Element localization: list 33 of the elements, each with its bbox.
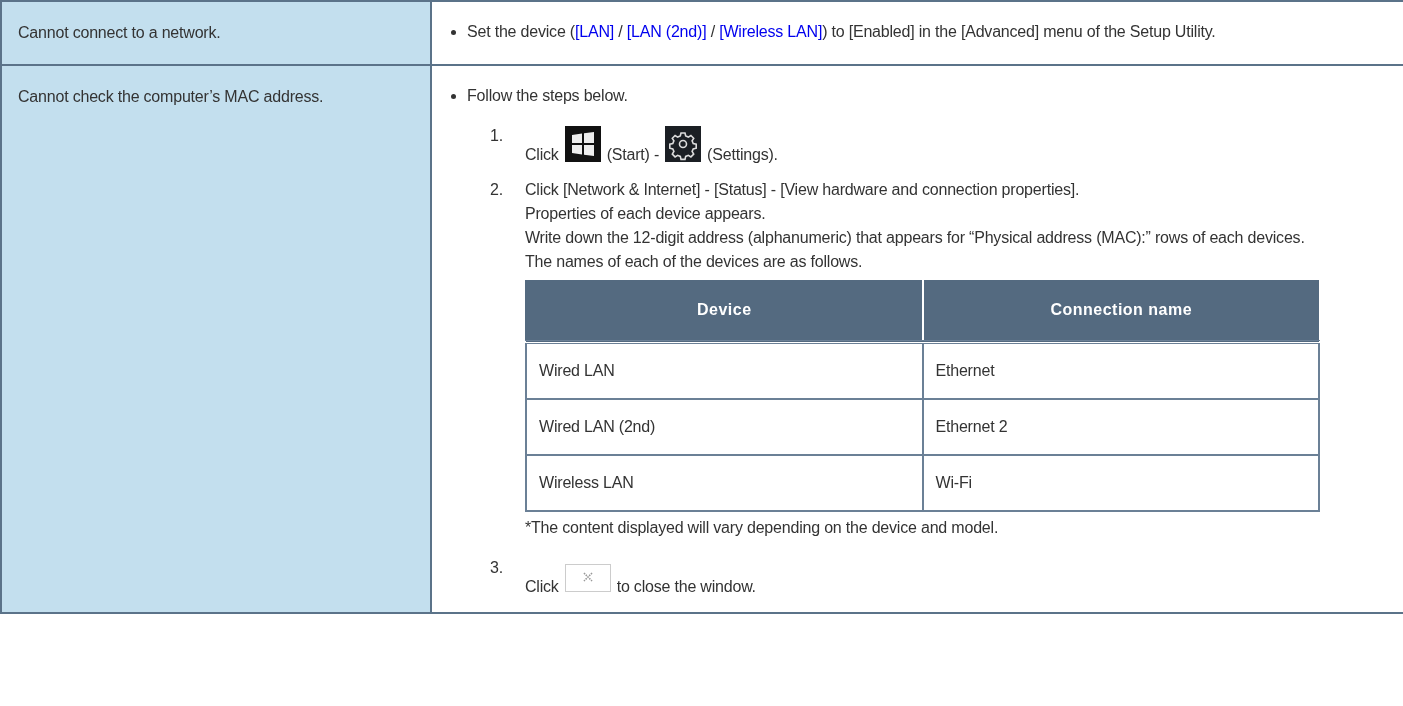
table-cell: Wired LAN: [526, 342, 923, 399]
step-number: 3.: [490, 558, 504, 578]
close-icon: [564, 564, 611, 592]
table-cell: Ethernet 2: [922, 399, 1319, 455]
step-text: Click: [525, 577, 559, 597]
step-text: (Start) -: [606, 145, 660, 165]
link[interactable]: [LAN]: [575, 23, 614, 40]
step-number: 1.: [490, 126, 504, 146]
step-text: Click [Network & Internet] - [Status] - [View hardware and connection properties].: [525, 180, 1081, 200]
problem-text: Cannot check the computer’s MAC address.: [18, 88, 324, 105]
table-cell: Ethernet: [922, 342, 1319, 399]
column-header: Connection name: [922, 280, 1319, 342]
step-text: to close the window.: [616, 577, 756, 597]
table-cell: Wired LAN (2nd): [526, 399, 923, 455]
windows-logo-icon: [564, 126, 601, 162]
link[interactable]: [LAN (2nd)]: [626, 23, 707, 40]
bullet-icon: [451, 30, 456, 35]
step-text: Properties of each device appears.: [525, 204, 767, 224]
step-text: Click: [525, 145, 559, 165]
note-text: *The content displayed will vary depending on the device and model.: [525, 518, 1000, 538]
table-cell: Wireless LAN: [526, 455, 923, 511]
settings-icon: [665, 126, 702, 162]
link[interactable]: [Wireless LAN]: [719, 23, 823, 40]
solution-text: Set the device ([LAN] / [LAN (2nd)] / [Wireless LAN]) to [Enabled] in the [Advanced] menu of the Setup Utility.: [467, 22, 1217, 42]
solution-text: Follow the steps below.: [467, 86, 629, 106]
step-text: (Settings).: [707, 145, 778, 165]
problem-text: Cannot connect to a network.: [18, 24, 221, 41]
column-header: Device: [526, 280, 923, 342]
step-text: The names of each of the devices are as follows.: [525, 252, 864, 272]
table-cell: Wi-Fi: [922, 455, 1319, 511]
step-text: Write down the 12-digit address (alphanumeric) that appears for “Physical address (MAC):” rows of each devices.: [525, 228, 1306, 248]
step-number: 2.: [490, 180, 504, 200]
bullet-icon: [451, 94, 456, 99]
